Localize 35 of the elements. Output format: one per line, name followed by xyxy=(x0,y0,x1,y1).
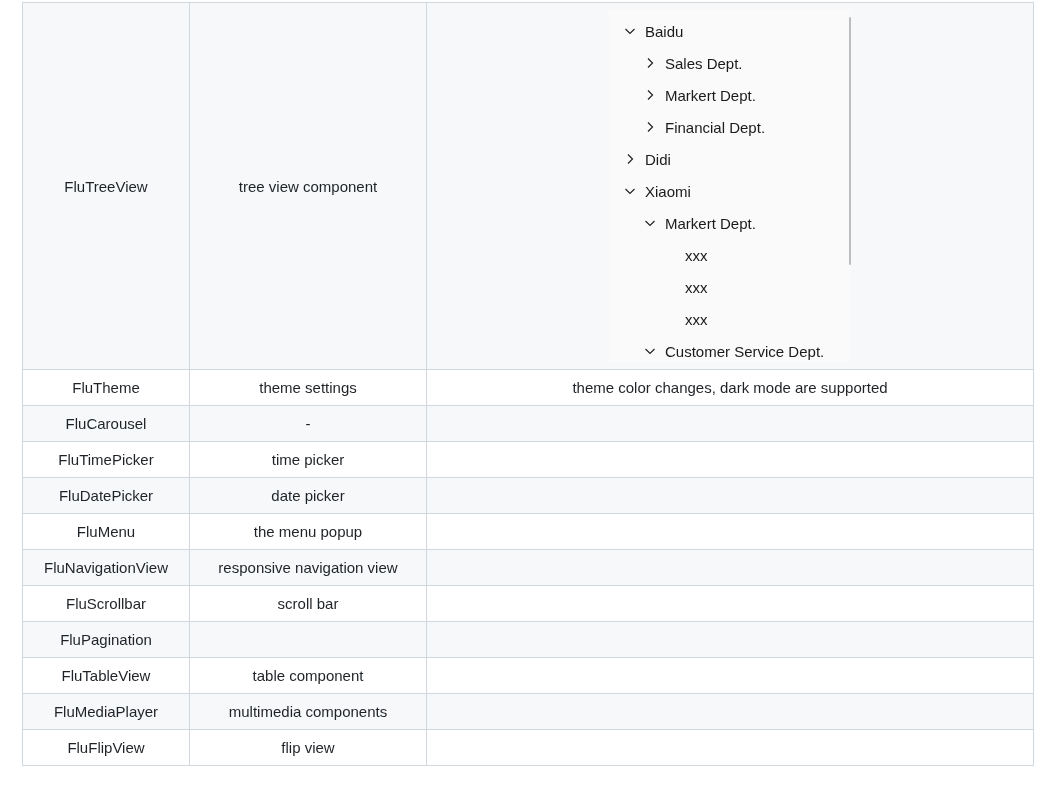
table-cell: FluTableView xyxy=(61,667,151,684)
table-cell: table component xyxy=(252,667,364,684)
table-cell: multimedia components xyxy=(228,703,388,720)
table-cell: theme settings xyxy=(259,379,357,396)
table-cell: date picker xyxy=(271,487,345,504)
table-cell: FluDatePicker xyxy=(58,487,154,504)
tree-item[interactable]: xxx xyxy=(685,310,708,328)
tree-item[interactable]: Markert Dept. xyxy=(665,214,756,232)
table-cell: scroll bar xyxy=(277,595,339,612)
table-cell: FluTheme xyxy=(72,379,140,396)
table-cell: FluCarousel xyxy=(65,415,147,432)
tree-item[interactable]: Financial Dept. xyxy=(665,118,766,136)
table-cell: time picker xyxy=(271,451,345,468)
tree-item[interactable]: Baidu xyxy=(645,22,684,40)
table-cell: the menu popup xyxy=(253,523,363,540)
table-cell: - xyxy=(305,415,311,432)
table-cell: FluTimePicker xyxy=(58,451,154,468)
table-cell: FluScrollbar xyxy=(66,595,146,612)
tree-item[interactable]: Markert Dept. xyxy=(665,86,756,104)
tree-item[interactable]: xxx xyxy=(685,246,708,264)
table-cell: FluNavigationView xyxy=(44,559,168,576)
table-cell: FluMediaPlayer xyxy=(53,703,159,720)
table-cell: theme color changes, dark mode are supported xyxy=(572,379,888,396)
table-cell: flip view xyxy=(281,739,335,756)
tree-item[interactable]: Didi xyxy=(645,150,671,168)
tree-item[interactable]: Sales Dept. xyxy=(665,54,743,72)
table-cell: FluPagination xyxy=(60,631,152,648)
table-cell: FluMenu xyxy=(76,523,136,540)
table-cell: FluFlipView xyxy=(67,739,145,756)
tree-item[interactable]: Xiaomi xyxy=(645,182,691,200)
tree-item[interactable]: xxx xyxy=(685,278,708,296)
tree-item[interactable]: Customer Service Dept. xyxy=(665,342,825,360)
table-cell: tree view component xyxy=(238,177,378,195)
table-cell: FluTreeView xyxy=(64,177,148,195)
table-cell: responsive navigation view xyxy=(218,559,398,576)
